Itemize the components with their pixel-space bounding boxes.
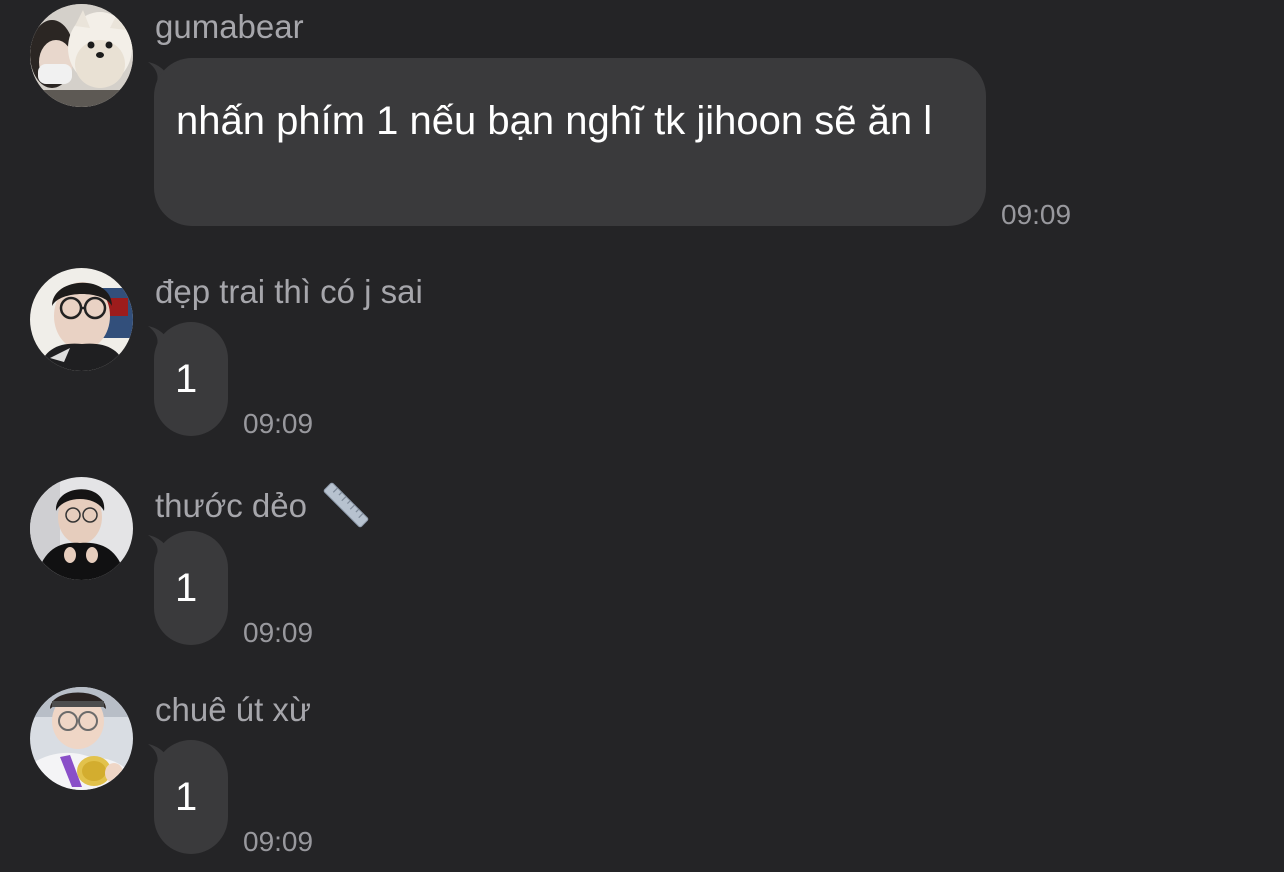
chat-thread: gumabear nhấn phím 1 nếu bạn nghĩ tk jih… xyxy=(0,0,1284,872)
message-time: 09:09 xyxy=(1001,199,1072,230)
message-bubble[interactable]: 1 xyxy=(154,531,228,645)
avatar[interactable] xyxy=(30,268,133,371)
message-text: 1 xyxy=(175,566,198,610)
avatar[interactable] xyxy=(30,687,133,790)
message-bubble[interactable]: nhấn phím 1 nếu bạn nghĩ tk jihoon sẽ ăn… xyxy=(154,58,986,226)
avatar[interactable] xyxy=(30,477,133,580)
sender-name-text: thước dẻo xyxy=(155,487,307,524)
sender-name: đẹp trai thì có j sai xyxy=(155,273,423,310)
message-text: nhấn phím 1 nếu bạn nghĩ tk jihoon sẽ ăn… xyxy=(176,99,933,143)
message-bubble[interactable]: 1 xyxy=(154,740,228,854)
sender-name: chuê út xừ xyxy=(155,691,312,728)
message-text: 1 xyxy=(175,357,198,401)
message-time: 09:09 xyxy=(243,408,314,439)
avatar[interactable] xyxy=(30,4,133,107)
sender-name: thước dẻo xyxy=(155,481,370,529)
message-time: 09:09 xyxy=(243,826,314,857)
message-bubble[interactable]: 1 xyxy=(154,322,228,436)
person-with-medal-icon xyxy=(30,687,133,790)
ruler-icon xyxy=(323,482,369,528)
sender-name: gumabear xyxy=(155,8,304,45)
person-glasses-icon xyxy=(30,268,133,371)
person-black-jacket-icon xyxy=(30,477,133,580)
person-with-puppy-icon xyxy=(30,4,133,107)
message-text: 1 xyxy=(175,775,198,819)
message-time: 09:09 xyxy=(243,617,314,648)
